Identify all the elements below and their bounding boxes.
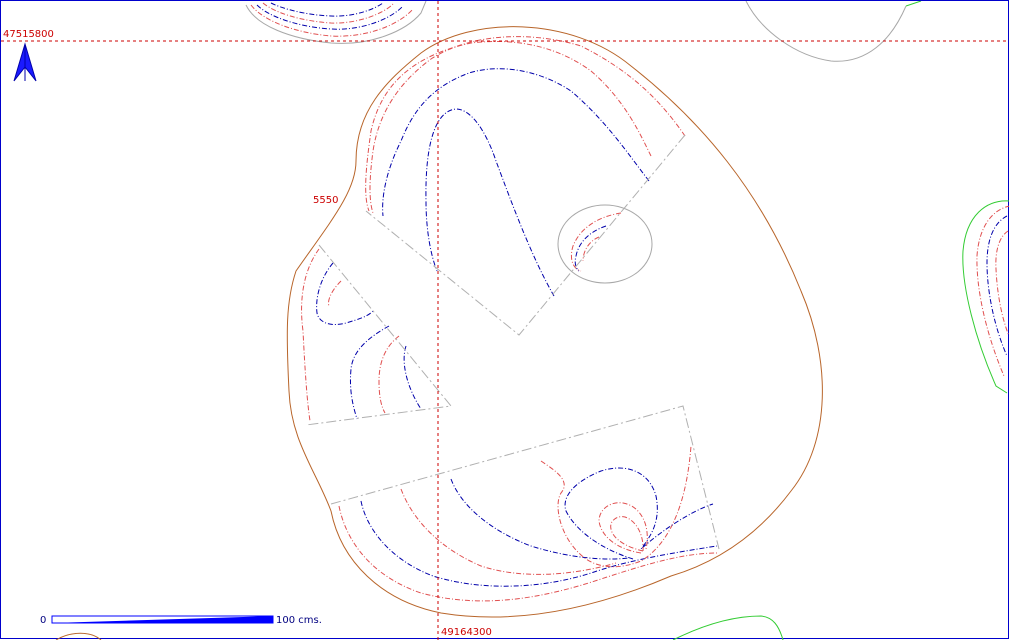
scale-bar-start-label: 0 — [40, 615, 46, 626]
scale-bar: 0 100 cms. — [40, 615, 322, 626]
profile-lines — [305, 134, 720, 550]
contour-main-outer — [286, 26, 823, 618]
contour-green-bottom — [672, 615, 784, 641]
contour-gray-top-right — [745, 0, 907, 62]
contour-main-bottom — [338, 445, 718, 602]
contour-value-label: 5550 — [313, 195, 338, 206]
contour-map[interactable]: 47515800 49164300 5550 0 100 cms. — [0, 0, 1009, 641]
north-arrow-icon — [13, 42, 37, 82]
scale-bar-end-label: 100 cms. — [276, 615, 322, 626]
grid-label-easting: 49164300 — [441, 627, 492, 638]
contour-main-left — [301, 248, 422, 422]
contour-island-right — [962, 200, 1009, 394]
grid-label-northing: 47515800 — [3, 29, 54, 40]
contour-island-top-left — [245, 0, 427, 44]
contour-main-upper — [365, 36, 686, 297]
contour-green-top-right — [905, 0, 922, 7]
